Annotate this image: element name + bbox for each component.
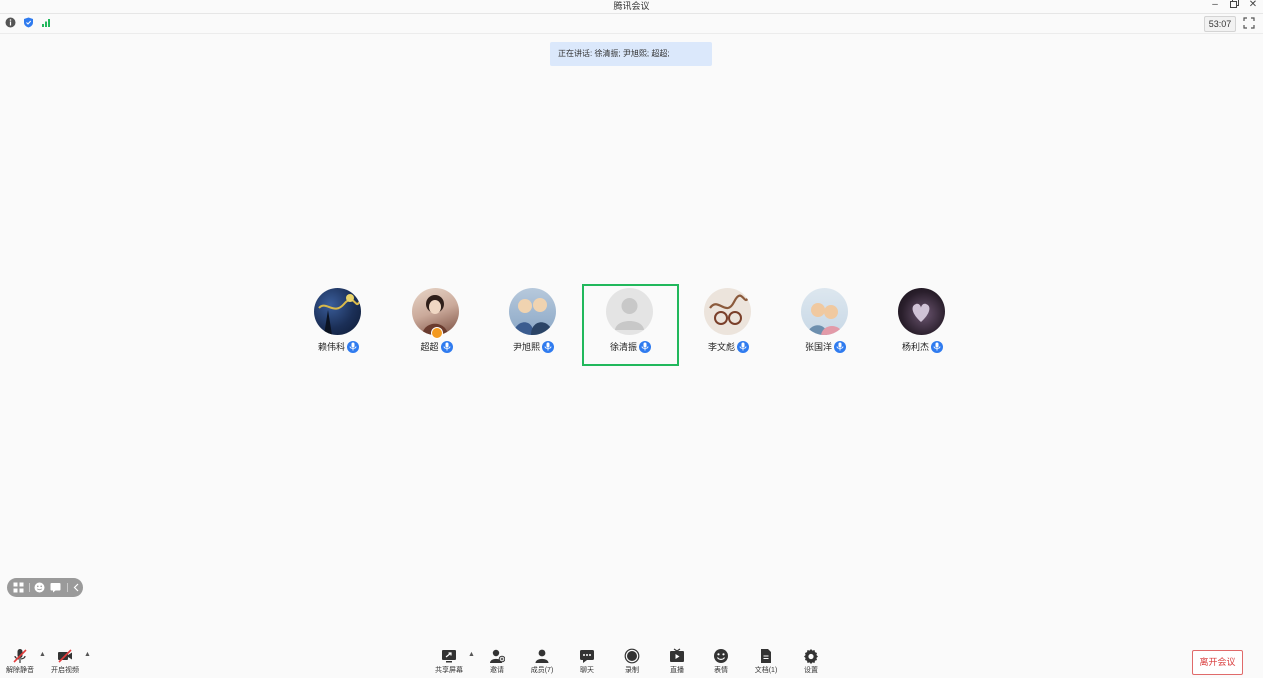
participant-tile[interactable]: 杨利杰 [874,284,971,366]
speaking-banner: 正在讲话: 徐清振; 尹旭熙; 超超; [550,42,712,66]
share-screen-label: 共享屏幕 [435,667,463,674]
close-button[interactable]: ✕ [1246,0,1260,11]
start-video-label: 开启视频 [51,667,79,674]
avatar [509,288,556,335]
gear-icon [804,649,818,664]
record-icon [624,648,640,664]
settings-button[interactable]: 设置 [794,648,828,676]
participant-tile[interactable]: 张国洋 [777,284,874,366]
window-title: 腾讯会议 [613,1,650,11]
unmute-label: 解除静音 [6,667,34,674]
mic-muted-icon [13,649,27,663]
meeting-timer: 53:07 [1204,16,1236,32]
participant-tile-active-speaker[interactable]: 徐清振 [582,284,679,366]
info-icon[interactable] [5,17,16,28]
participant-name: 赖伟科 [317,342,345,352]
collapse-chevron-icon[interactable] [71,582,82,593]
title-bar: 腾讯会议 – ✕ [0,0,1263,12]
reactions-label: 表情 [714,667,728,674]
participant-name: 李文彪 [707,342,735,352]
leave-meeting-button[interactable]: 离开会议 [1192,650,1243,675]
avatar [801,288,848,335]
signal-strength-icon[interactable] [41,17,52,28]
mic-icon [639,340,651,353]
settings-label: 设置 [804,667,818,674]
unmute-button[interactable]: 解除静音 [3,648,37,676]
chat-button[interactable]: 聊天 [570,648,604,676]
add-user-icon [490,649,505,663]
share-screen-icon [442,650,456,663]
invite-button[interactable]: 邀请 [480,648,514,676]
chat-label: 聊天 [580,667,594,674]
mic-icon [440,340,453,353]
participant-name: 超超 [420,342,439,352]
view-controls-pill [7,578,83,597]
live-stream-icon [670,648,684,662]
fullscreen-icon[interactable] [1243,17,1255,29]
host-badge [431,327,443,339]
chat-icon [580,650,594,663]
camera-off-icon [58,649,72,663]
restore-icon [1229,0,1239,8]
docs-button[interactable]: 文档(1) [749,648,783,676]
live-label: 直播 [670,667,684,674]
participant-tile[interactable]: 尹旭熙 [485,284,582,366]
document-icon [761,649,771,663]
gallery-view-icon[interactable] [13,582,24,593]
mic-icon [542,340,554,353]
participant-name: 杨利杰 [901,342,929,352]
minimize-button[interactable]: – [1208,0,1222,11]
mic-icon [834,340,846,353]
record-label: 录制 [625,667,639,674]
share-screen-button[interactable]: 共享屏幕 [432,648,466,676]
reactions-button[interactable]: 表情 [704,648,738,676]
record-button[interactable]: 录制 [615,648,649,676]
members-button[interactable]: 成员(7) [525,648,559,676]
smiley-icon [714,649,728,663]
avatar [704,288,751,335]
security-shield-icon[interactable] [23,17,34,28]
docs-label: 文档(1) [754,667,778,674]
mic-icon [737,340,749,353]
speaking-names: 徐清振; 尹旭熙; 超超; [594,49,670,58]
mic-icon [347,340,359,353]
live-button[interactable]: 直播 [660,648,694,676]
restore-button[interactable] [1227,0,1241,12]
emoji-icon[interactable] [34,582,45,593]
avatar [314,288,361,335]
start-video-button[interactable]: 开启视频 [48,648,82,676]
members-icon [535,649,549,663]
avatar [606,288,653,335]
status-bar: 53:07 [0,13,1263,34]
video-options-caret[interactable]: ▲ [84,651,91,658]
participant-name: 徐清振 [609,342,637,352]
participant-tile[interactable]: 超超 [388,284,485,366]
chat-bubble-icon[interactable] [50,582,61,593]
participant-tile[interactable]: 赖伟科 [290,284,387,366]
audio-options-caret[interactable]: ▲ [39,651,46,658]
speaking-label: 正在讲话: [558,49,593,58]
avatar [898,288,945,335]
mic-icon [931,340,943,353]
participant-name: 张国洋 [804,342,832,352]
members-label: 成员(7) [530,667,554,674]
participant-name: 尹旭熙 [512,342,540,352]
invite-label: 邀请 [490,667,504,674]
participant-tile[interactable]: 李文彪 [680,284,777,366]
share-options-caret[interactable]: ▲ [468,651,475,658]
